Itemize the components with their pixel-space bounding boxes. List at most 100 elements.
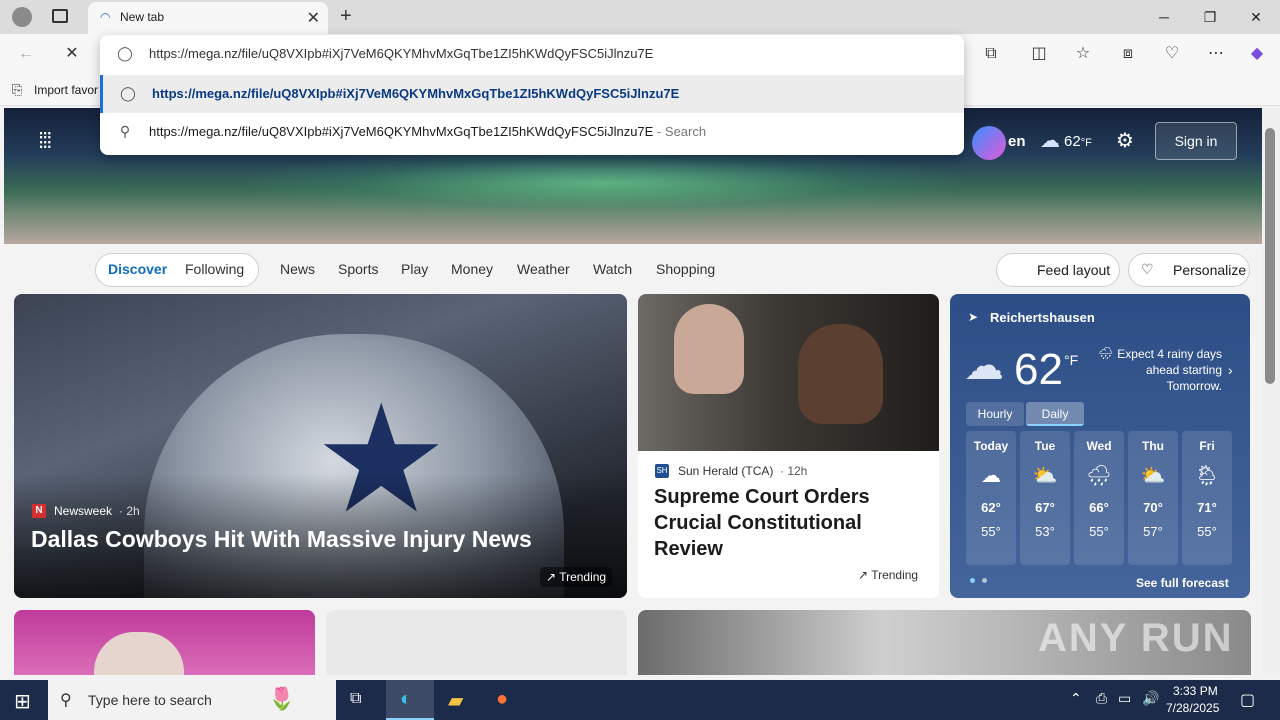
main-news-card[interactable]: ★ N Newsweek · 2h Dallas Cowboys Hit Wit… xyxy=(14,294,627,598)
trending-label: Trending xyxy=(871,568,919,582)
more-icon[interactable]: ⋯ xyxy=(1204,42,1228,66)
scrollbar-thumb[interactable] xyxy=(1265,128,1275,384)
windows-start-icon[interactable]: ⊞ xyxy=(14,689,31,714)
edge-taskbar-icon[interactable]: ◐ xyxy=(386,680,434,720)
forecast-day[interactable]: Wed 🌧 66° 55° xyxy=(1074,431,1124,565)
task-view-icon[interactable]: ⧉ xyxy=(350,690,361,708)
daily-label: Daily xyxy=(1041,407,1069,421)
minimize-button[interactable]: ─ xyxy=(1141,6,1187,28)
day-name: Today xyxy=(973,439,1009,453)
close-tab-icon[interactable]: ✕ xyxy=(307,8,320,28)
clock-date[interactable]: 7/28/2025 xyxy=(1166,701,1219,715)
sign-in-button[interactable]: Sign in xyxy=(1155,122,1237,160)
extensions-icon[interactable]: ⧉ xyxy=(979,42,1003,66)
weather-temp: 62 xyxy=(1014,345,1063,394)
profile-icon[interactable] xyxy=(12,7,32,27)
day-name: Thu xyxy=(1142,439,1164,453)
watermark: ANY RUN xyxy=(1038,616,1234,660)
weather-card[interactable]: ➤ Reichertshausen ☁ 62 °F 🌧 Expect 4 rai… xyxy=(950,294,1250,598)
forecast-day[interactable]: Tue ⛅ 67° 53° xyxy=(1020,431,1070,565)
day-low: 53° xyxy=(1035,524,1055,539)
trending-badge: ↗ Trending xyxy=(540,567,613,587)
nav-weather[interactable]: Weather xyxy=(517,261,570,277)
suggestion-search[interactable]: ⚲ https://mega.nz/file/uQ8VXIpb#iXj7VeM6… xyxy=(100,113,964,151)
search-icon: ⚲ xyxy=(119,123,131,139)
cloud-icon: ☁ xyxy=(1040,130,1060,152)
weather-unit: °F xyxy=(1064,352,1079,368)
day-name: Fri xyxy=(1199,439,1215,453)
nav-shopping[interactable]: Shopping xyxy=(656,261,715,277)
nav-news[interactable]: News xyxy=(280,261,315,277)
back-icon[interactable]: ← xyxy=(14,42,38,66)
performance-icon[interactable]: ♡ xyxy=(1160,42,1184,66)
forecast-day[interactable]: Fri 🌦 71° 55° xyxy=(1182,431,1232,565)
edge-icon: ◐ xyxy=(400,688,413,710)
volume-icon[interactable]: 🔊 xyxy=(1142,690,1159,707)
forecast-day[interactable]: Thu ⛅ 70° 57° xyxy=(1128,431,1178,565)
collections-icon[interactable]: ⧈ xyxy=(1116,42,1140,66)
see-full-forecast-link[interactable]: See full forecast xyxy=(1136,576,1229,590)
day-high: 71° xyxy=(1197,500,1217,515)
file-explorer-icon[interactable]: ▰ xyxy=(448,688,463,713)
chevron-right-icon[interactable]: › xyxy=(1228,362,1233,378)
news-card-bottom-2[interactable] xyxy=(326,610,627,675)
suggestion-url[interactable]: ◯ https://mega.nz/file/uQ8VXIpb#iXj7VeM6… xyxy=(100,75,964,113)
favorites-icon[interactable]: ☆ xyxy=(1071,42,1095,66)
new-tab-button[interactable]: + xyxy=(340,5,352,28)
personalize-button[interactable]: ♡ Personalize xyxy=(1128,253,1250,287)
header-temp[interactable]: 62°F xyxy=(1064,133,1092,150)
restore-button[interactable]: ❐ xyxy=(1187,6,1233,28)
nav-play[interactable]: Play xyxy=(401,261,428,277)
card-headline[interactable]: Supreme Court Orders Crucial Constitutio… xyxy=(654,484,929,562)
close-window-button[interactable]: ✕ xyxy=(1233,6,1279,28)
second-news-card[interactable]: SH Sun Herald (TCA) · 12h Supreme Court … xyxy=(638,294,939,598)
suggestion-url-text: https://mega.nz/file/uQ8VXIpb#iXj7VeM6QK… xyxy=(152,86,680,101)
nav-money[interactable]: Money xyxy=(451,261,493,277)
taskbar-search[interactable]: ⚲ Type here to search 🌷 xyxy=(48,680,336,720)
stop-icon[interactable]: ✕ xyxy=(60,42,84,66)
day-low: 57° xyxy=(1143,524,1163,539)
card-time: · 12h xyxy=(780,464,808,478)
weather-location[interactable]: Reichertshausen xyxy=(990,310,1095,325)
card-source: Newsweek xyxy=(54,504,113,518)
suggestion-search-suffix: - Search xyxy=(656,124,707,139)
person-image xyxy=(94,632,184,675)
pager-dot[interactable] xyxy=(970,578,975,583)
nav-sports[interactable]: Sports xyxy=(338,261,378,277)
card-headline[interactable]: Dallas Cowboys Hit With Massive Injury N… xyxy=(31,526,532,553)
copilot-icon[interactable]: ◆ xyxy=(1245,42,1269,66)
feed-layout-button[interactable]: Feed layout xyxy=(996,253,1120,287)
chevron-up-icon[interactable]: ⌃ xyxy=(1070,690,1082,707)
import-favorites-link[interactable]: Import favor xyxy=(34,83,98,97)
notifications-icon[interactable]: ▢ xyxy=(1240,690,1255,710)
day-name: Tue xyxy=(1034,439,1056,453)
network-icon[interactable]: ⎙ xyxy=(1096,690,1107,707)
nav-watch[interactable]: Watch xyxy=(593,261,632,277)
tab-actions-icon[interactable] xyxy=(52,9,68,23)
clock-time[interactable]: 3:33 PM xyxy=(1173,684,1218,698)
taskbar-search-input[interactable]: Type here to search xyxy=(88,692,212,708)
address-bar-dropdown: ◯ https://mega.nz/file/uQ8VXIpb#iXj7VeM6… xyxy=(100,35,964,155)
daily-tab[interactable]: Daily xyxy=(1026,402,1084,426)
day-high: 66° xyxy=(1089,500,1109,515)
address-input[interactable]: https://mega.nz/file/uQ8VXIpb#iXj7VeM6QK… xyxy=(149,46,653,61)
day-low: 55° xyxy=(1197,524,1217,539)
tab-following[interactable]: Following xyxy=(185,261,244,277)
tab-new-tab[interactable]: ◠ New tab ✕ xyxy=(88,2,328,34)
wifi-icon[interactable]: ▭ xyxy=(1118,690,1131,707)
newsweek-icon: N xyxy=(32,504,46,518)
pager-dot[interactable] xyxy=(982,578,987,583)
hourly-tab[interactable]: Hourly xyxy=(966,402,1024,426)
address-input-row[interactable]: ◯ https://mega.nz/file/uQ8VXIpb#iXj7VeM6… xyxy=(100,35,964,73)
tab-discover[interactable]: Discover xyxy=(108,261,167,277)
split-screen-icon[interactable]: ◫ xyxy=(1027,42,1051,66)
firefox-icon[interactable]: ● xyxy=(496,688,508,711)
loading-icon: ◠ xyxy=(100,10,111,24)
forecast-day[interactable]: Today ☁ 62° 55° xyxy=(966,431,1016,565)
news-card-bottom-3[interactable]: ANY RUN xyxy=(638,610,1251,675)
settings-gear-icon[interactable]: ⚙ xyxy=(1116,128,1134,153)
apps-grid-icon[interactable]: ⁞⁞⁞ xyxy=(38,128,52,154)
news-card-bottom-1[interactable] xyxy=(14,610,315,675)
copilot-label: en xyxy=(1008,133,1026,150)
copilot-button[interactable] xyxy=(972,126,1006,160)
